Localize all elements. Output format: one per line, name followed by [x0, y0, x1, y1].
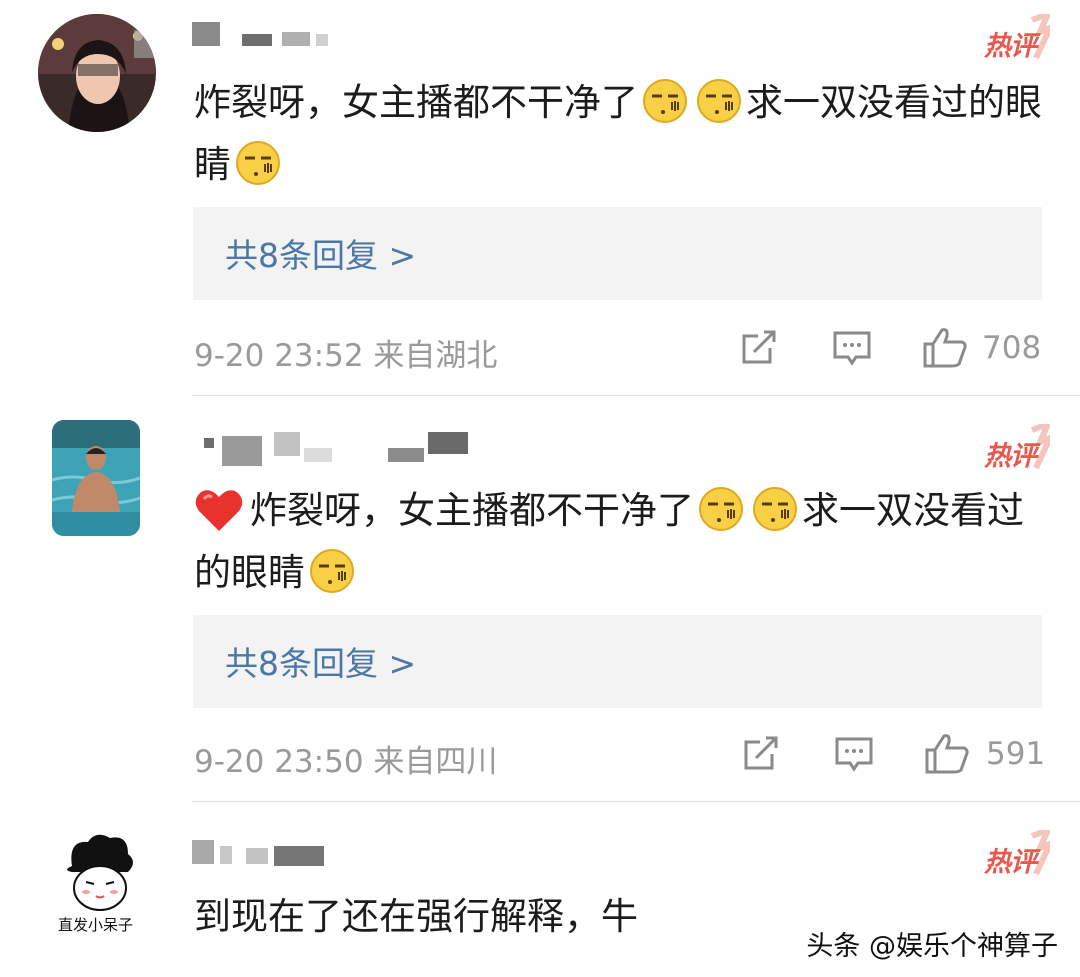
- like-count: 591: [986, 736, 1046, 772]
- shy-face-emoji-icon: [235, 140, 281, 186]
- share-icon[interactable]: [740, 330, 778, 370]
- shy-face-emoji-icon: [752, 486, 798, 532]
- shy-face-emoji-icon: [698, 486, 744, 532]
- avatar-caption: 直发小呆子: [58, 916, 134, 934]
- shy-face-emoji-icon: [642, 78, 688, 124]
- heart-icon: [194, 487, 244, 533]
- comment-icon[interactable]: [832, 330, 872, 372]
- view-replies-button[interactable]: 共8条回复 >: [193, 615, 1042, 708]
- avatar[interactable]: [52, 420, 140, 536]
- watermark: 头条 @娱乐个神算子: [806, 931, 1058, 962]
- share-icon[interactable]: [742, 736, 780, 776]
- comment-icon[interactable]: [834, 736, 874, 778]
- like-thumb-icon[interactable]: [922, 326, 968, 372]
- timestamp-location: 9-20 23:52 来自湖北: [194, 338, 498, 374]
- shy-face-emoji-icon: [696, 78, 742, 124]
- comment-text: 炸裂呀，女主播都不干净了 求一双没看过的眼睛: [194, 480, 1044, 604]
- like-thumb-icon[interactable]: [924, 732, 970, 778]
- avatar[interactable]: [38, 14, 156, 132]
- like-count: 708: [982, 330, 1042, 366]
- avatar[interactable]: 直发小呆子: [38, 826, 162, 950]
- divider: [192, 801, 1080, 802]
- comment-text: 炸裂呀，女主播都不干净了 求一双没看过的眼睛: [194, 72, 1044, 196]
- timestamp-location: 9-20 23:50 来自四川: [194, 744, 498, 780]
- shy-face-emoji-icon: [309, 548, 355, 594]
- divider: [192, 395, 1080, 396]
- hot-comment-badge: 热评: [970, 14, 1050, 64]
- hot-comment-badge: 热评: [970, 424, 1050, 474]
- hot-comment-badge: 热评: [970, 830, 1050, 880]
- view-replies-button[interactable]: 共8条回复 >: [193, 207, 1042, 300]
